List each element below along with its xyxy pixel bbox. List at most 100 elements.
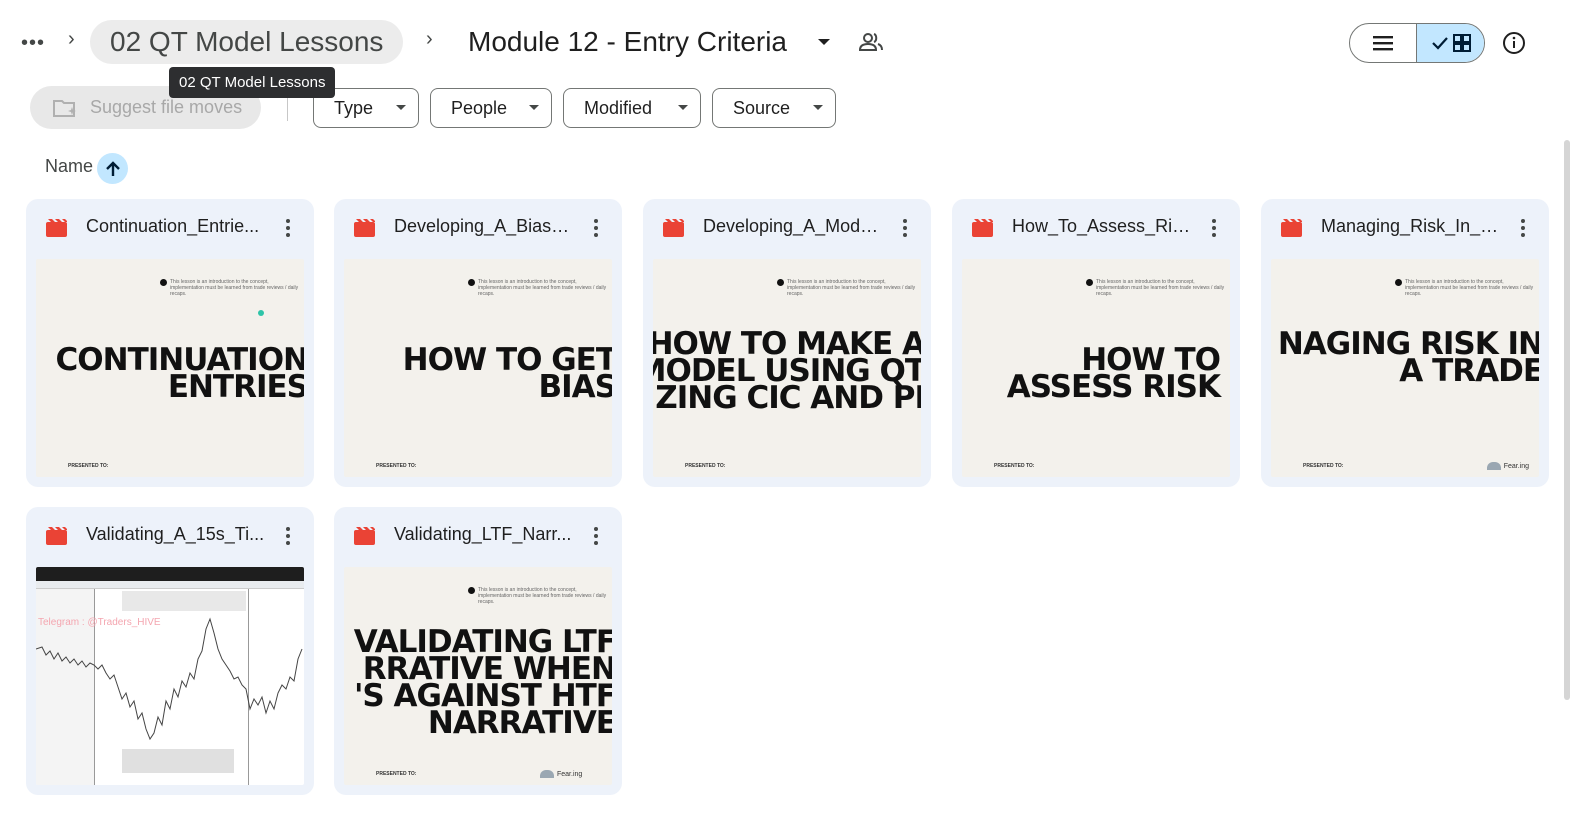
thumbnail-title: HOW TO MAKE A MODEL USING QT ZING CIC AN… [653,326,921,416]
thumbnail-note: This lesson is an introduction to the co… [1086,279,1226,297]
breadcrumb-tooltip: 02 QT Model Lessons [169,67,336,98]
video-file-icon [354,219,375,237]
more-actions-button[interactable] [893,216,917,240]
dropdown-caret-icon[interactable] [816,32,832,52]
thumbnail-logo: Fear.ing [540,770,582,778]
thumbnail-title: VALIDATING LTF RRATIVE WHEN 'S AGAINST H… [353,624,612,741]
list-view-button[interactable] [1350,24,1417,62]
more-actions-button[interactable] [1511,216,1535,240]
header-bar: ••• › 02 QT Model Lessons › Module 12 - … [0,0,1574,98]
filter-people-label: People [451,97,508,118]
breadcrumb-parent-folder[interactable]: 02 QT Model Lessons [90,20,404,64]
info-icon [1503,32,1525,54]
thumbnail-title: NAGING RISK IN A TRADE [1277,326,1539,389]
list-icon [1373,36,1393,51]
video-file-icon [972,219,993,237]
video-file-icon [663,219,684,237]
chart-toolbar [36,581,304,589]
filter-source-label: Source [733,97,791,118]
thumbnail-presented: PRESENTED TO: [1303,463,1344,469]
file-thumbnail[interactable]: This lesson is an introduction to the co… [962,259,1230,477]
file-name: Developing_A_Mode... [703,216,883,236]
chart-window-bar [36,567,304,581]
file-name: How_To_Assess_Ris... [1012,216,1192,236]
thumbnail-title: HOW TO ASSESS RISK [1006,342,1221,405]
breadcrumb-current-folder[interactable]: Module 12 - Entry Criteria [468,22,787,62]
file-card[interactable]: Validating_A_15s_Ti... Telegram : @Trade… [26,507,314,795]
thumbnail-note: This lesson is an introduction to the co… [468,587,608,605]
grid-view-button[interactable] [1417,24,1484,62]
more-actions-button[interactable] [584,216,608,240]
view-toggle [1349,23,1485,63]
arrow-up-icon [105,160,120,176]
file-thumbnail[interactable]: This lesson is an introduction to the co… [344,259,612,477]
folder-sparkle-icon [53,99,76,117]
file-card-header: Validating_LTF_Narr... [334,507,622,565]
video-file-icon [1281,219,1302,237]
file-card-header: Managing_Risk_In_A... [1261,199,1549,257]
grid-icon [1452,34,1471,52]
more-actions-button[interactable] [276,524,300,548]
file-card-header: Developing_A_Mode... [643,199,931,257]
file-card[interactable]: Developing_A_Mode... This lesson is an i… [643,199,931,487]
file-name: Validating_A_15s_Ti... [86,524,265,544]
filter-modified-chip[interactable]: Modified [563,88,701,128]
chevron-down-icon [813,105,823,110]
video-file-icon [46,219,67,237]
more-actions-button[interactable] [584,524,608,548]
file-name: Developing_A_Bias_... [394,216,574,236]
sort-direction-button[interactable] [97,153,128,184]
file-card-header: Continuation_Entrie... [26,199,314,257]
video-file-icon [46,527,67,545]
file-card-header: Validating_A_15s_Ti... [26,507,314,565]
thumbnail-presented: PRESENTED TO: [376,463,417,469]
thumbnail-presented: PRESENTED TO: [685,463,726,469]
thumbnail-note: This lesson is an introduction to the co… [777,279,917,297]
thumbnail-logo: Fear.ing [1486,462,1529,470]
file-thumbnail[interactable]: This lesson is an introduction to the co… [653,259,921,477]
sort-name-label[interactable]: Name [45,156,93,177]
thumbnail-note: This lesson is an introduction to the co… [1395,279,1535,297]
video-file-icon [354,527,375,545]
file-card[interactable]: Developing_A_Bias_... This lesson is an … [334,199,622,487]
file-thumbnail[interactable]: This lesson is an introduction to the co… [36,259,304,477]
thumbnail-note: This lesson is an introduction to the co… [160,279,300,297]
thumbnail-title: HOW TO GET BIAS [402,342,612,405]
file-card-header: How_To_Assess_Ris... [952,199,1240,257]
file-name: Managing_Risk_In_A... [1321,216,1501,236]
file-thumbnail[interactable]: This lesson is an introduction to the co… [344,567,612,785]
chevron-down-icon [678,105,688,110]
filter-type-label: Type [334,97,374,118]
chevron-right-icon: › [426,28,433,50]
vertical-scrollbar[interactable] [1564,140,1570,700]
toolbar-divider [287,97,288,121]
file-name: Validating_LTF_Narr... [394,524,572,544]
filter-source-chip[interactable]: Source [712,88,836,128]
thumbnail-presented: PRESENTED TO: [376,771,417,777]
filter-modified-label: Modified [584,97,653,118]
thumbnail-presented: PRESENTED TO: [994,463,1035,469]
thumbnail-title: CONTINUATION ENTRIES [55,342,304,405]
thumbnail-note: This lesson is an introduction to the co… [468,279,608,297]
chevron-right-icon: › [68,28,75,50]
more-actions-button[interactable] [276,216,300,240]
more-actions-button[interactable] [1202,216,1226,240]
thumbnail-watermark: Telegram : @Traders_HIVE [38,617,161,628]
chevron-down-icon [529,105,539,110]
filter-people-chip[interactable]: People [430,88,552,128]
shared-folder-icon[interactable] [858,30,884,54]
file-card-header: Developing_A_Bias_... [334,199,622,257]
file-card[interactable]: Managing_Risk_In_A... This lesson is an … [1261,199,1549,487]
file-card[interactable]: Validating_LTF_Narr... This lesson is an… [334,507,622,795]
suggest-file-moves-label: Suggest file moves [90,97,243,117]
file-card[interactable]: How_To_Assess_Ris... This lesson is an i… [952,199,1240,487]
file-thumbnail[interactable]: Telegram : @Traders_HIVE [36,567,304,785]
breadcrumb-more-button[interactable]: ••• [16,26,50,60]
checkmark-icon [1431,37,1448,50]
file-name: Continuation_Entrie... [86,216,260,236]
chevron-down-icon [396,105,406,110]
details-info-button[interactable] [1498,27,1530,59]
file-card[interactable]: Continuation_Entrie... This lesson is an… [26,199,314,487]
thumbnail-dot [258,310,264,316]
file-thumbnail[interactable]: This lesson is an introduction to the co… [1271,259,1539,477]
